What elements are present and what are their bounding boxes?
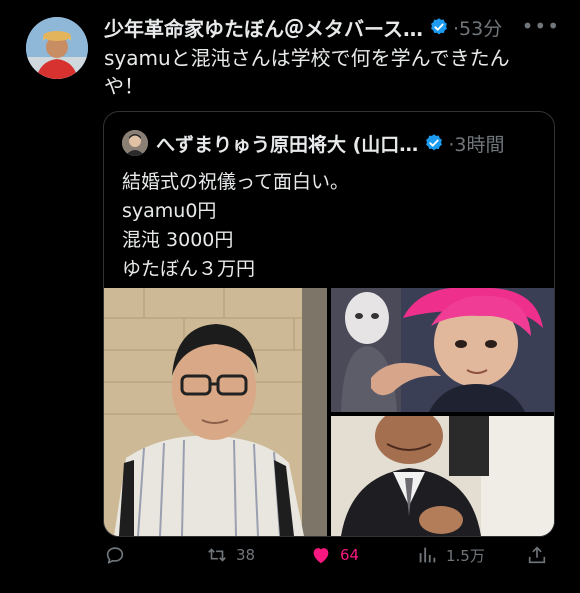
quoted-text-line: 混沌 3000円 [122, 229, 234, 251]
reply-icon [106, 547, 124, 564]
quoted-text-line: 結婚式の祝儀って面白い。 [122, 171, 350, 193]
quoted-text-line: ゆたぼん３万円 [122, 258, 256, 280]
photo-man-suit[interactable] [331, 416, 554, 536]
share-icon [528, 546, 546, 564]
author-avatar[interactable] [26, 17, 88, 79]
tweet-text: syamuと混沌さんは学校で何を学んできたんや！ [104, 46, 510, 98]
quoted-author-avatar [122, 130, 148, 156]
photo-pink-hair[interactable] [331, 288, 554, 412]
quoted-tweet[interactable]: へずまりゅう原田将大 (山口… ·3時間 結婚式の祝儀って面白い。 syamu0… [103, 111, 555, 537]
share-button[interactable] [526, 544, 548, 566]
retweet-count: 38 [236, 546, 256, 564]
quoted-author-name: へずまりゅう原田将大 (山口… [156, 133, 419, 156]
views-chart-icon [419, 547, 436, 563]
more-horizontal-icon[interactable]: ••• [522, 14, 560, 38]
views-count: 1.5万 [446, 546, 485, 565]
retweet-icon [208, 548, 226, 562]
like-count: 64 [340, 546, 360, 564]
reply-button[interactable] [104, 544, 126, 566]
photo-man-glasses[interactable] [104, 288, 327, 536]
retweet-button[interactable]: 38 [206, 544, 255, 566]
quoted-text-line: syamu0円 [122, 200, 217, 222]
tweet-time[interactable]: ·53分 [453, 14, 502, 41]
quoted-tweet-text: 結婚式の祝儀って面白い。 syamu0円 混沌 3000円 ゆたぼん３万円 [122, 168, 542, 284]
quoted-tweet-time: ·3時間 [448, 133, 505, 156]
author-name[interactable]: 少年革命家ゆたぼん＠メタバース… [104, 13, 423, 42]
tweet-header: 少年革命家ゆたぼん＠メタバース… ·53分 ••• [104, 13, 560, 42]
action-bar: 38 64 1.5万 [104, 544, 550, 572]
verified-badge-icon [426, 134, 443, 151]
like-button[interactable]: 64 [310, 544, 359, 566]
heart-filled-icon [313, 548, 329, 564]
quoted-tweet-header: へずまりゅう原田将大 (山口… ·3時間 [122, 130, 544, 156]
views-button[interactable]: 1.5万 [416, 544, 485, 566]
media-grid [104, 288, 554, 536]
verified-badge-icon [431, 18, 447, 35]
